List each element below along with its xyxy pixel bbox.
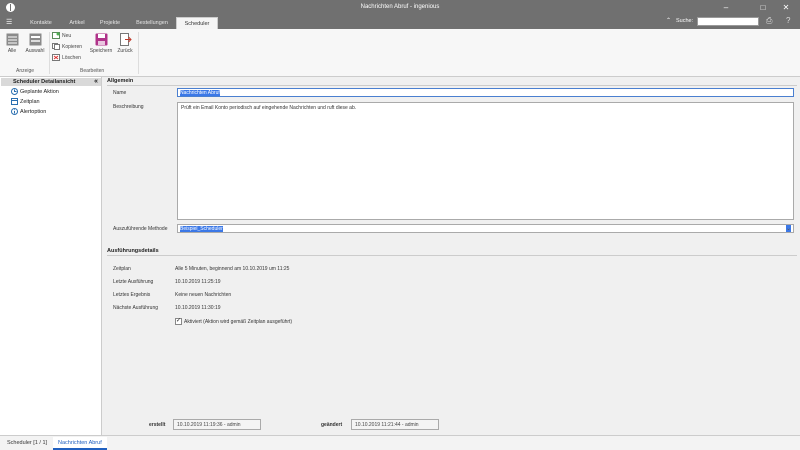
info-icon [11,108,18,115]
ribbon-divider [138,32,139,74]
print-icon[interactable]: ⎙ [766,16,772,26]
group-bearbeiten-label: Bearbeiten [80,68,105,74]
auswahl-label: Auswahl [25,48,45,54]
changed-label: geändert [321,422,343,428]
description-label: Beschreibung [113,104,144,110]
sidebar-header: Scheduler Detailansicht « [1,78,101,86]
sidebar-item-label: Zeitplan [20,98,40,105]
ribbon: Alle Auswahl Anzeige Neu Kopieren Lösche… [0,29,800,77]
kopieren-button[interactable]: Kopieren [52,43,82,50]
zeitplan-label: Zeitplan [113,266,131,272]
sidebar-item-label: Geplante Aktion [20,88,59,95]
new-icon [52,32,60,39]
auswahl-button[interactable]: Auswahl [22,33,48,54]
help-icon[interactable]: ? [786,16,790,25]
created-label: erstellt [149,422,166,428]
divider [107,85,797,86]
action-icon [11,88,18,95]
sidebar-item-geplante-aktion[interactable]: Geplante Aktion [11,88,59,95]
calendar-icon [11,98,18,105]
document-tab-bar: Scheduler [1 / 1] Nachrichten Abruf [0,435,800,450]
title-bar: Nachrichten Abruf - ingenious – □ ✕ [0,0,800,15]
sidebar: Scheduler Detailansicht « Geplante Aktio… [0,77,102,435]
ribbon-divider [49,32,50,74]
aktiviert-checkbox[interactable]: ✓ [175,318,182,325]
menu-icon[interactable]: ☰ [6,18,12,26]
method-select[interactable]: Beispiel_Scheduler ⌄ [177,224,794,233]
copy-icon [52,43,60,50]
window-title: Nachrichten Abruf - ingenious [360,4,440,10]
tab-kontakte[interactable]: Kontakte [20,17,62,29]
minimize-button[interactable]: – [716,2,736,13]
description-textarea[interactable]: Prüft ein Email Konto periodisch auf ein… [177,102,794,220]
group-anzeige-label: Anzeige [16,68,35,74]
zeitplan-value: Alle 5 Minuten, beginnend am 10.10.2019 … [175,266,290,272]
save-icon [95,33,108,46]
delete-icon [52,54,60,61]
tab-bestellungen[interactable]: Bestellungen [130,17,174,29]
tab-projekte[interactable]: Projekte [92,17,128,29]
divider [107,255,797,256]
letztes-ergebnis-label: Letztes Ergebnis [113,292,151,298]
name-field[interactable]: Nachrichten Abruf [177,88,794,97]
section-details-title: Ausführungsdetails [107,248,159,254]
method-label: Auszuführende Methode [113,226,168,232]
back-exit-icon [119,33,132,46]
maximize-button[interactable]: □ [753,2,773,13]
letzte-ausfuehrung-value: 10.10.2019 11:25:19 [175,279,221,285]
close-button[interactable]: ✕ [776,2,796,13]
alle-label: Alle [7,48,17,54]
name-label: Name [113,90,127,96]
chevron-down-icon[interactable]: ⌄ [785,225,791,232]
loeschen-button[interactable]: Löschen [52,54,81,61]
method-value: Beispiel_Scheduler [180,226,223,232]
naechste-ausfuehrung-label: Nächste Ausführung [113,305,159,311]
letztes-ergebnis-value: Keine neuen Nachrichten [175,292,232,298]
list-selection-icon [29,33,42,46]
list-all-icon [6,33,19,46]
main-panel: Allgemein Name Nachrichten Abruf Beschre… [103,77,800,435]
speichern-label: Speichern [89,48,113,54]
section-allgemein-title: Allgemein [107,78,134,84]
sidebar-title: Scheduler Detailansicht [13,79,76,85]
tab-artikel[interactable]: Artikel [62,17,92,29]
neu-button[interactable]: Neu [52,32,71,39]
doc-tab-scheduler[interactable]: Scheduler [1 / 1] [2,437,52,450]
collapse-sidebar-icon[interactable]: « [94,78,98,86]
alle-button[interactable]: Alle [4,33,20,54]
created-field: 10.10.2019 11:19:36 - admin [173,419,261,430]
tab-scheduler[interactable]: Scheduler [176,17,218,29]
sidebar-item-zeitplan[interactable]: Zeitplan [11,98,40,105]
sidebar-item-label: Alertoption [20,108,47,115]
zurueck-button[interactable]: Zurück [114,33,136,54]
kopieren-label: Kopieren [62,43,83,50]
search-label: Suche: [676,18,694,24]
speichern-button[interactable]: Speichern [89,33,113,54]
doc-tab-nachrichten-abruf[interactable]: Nachrichten Abruf [53,437,107,450]
neu-label: Neu [62,32,72,39]
naechste-ausfuehrung-value: 10.10.2019 11:30:19 [175,305,221,311]
name-value: Nachrichten Abruf [180,90,220,96]
sidebar-item-alertoption[interactable]: Alertoption [11,108,46,115]
collapse-ribbon-icon[interactable]: ⌃ [666,17,671,24]
loeschen-label: Löschen [62,54,81,61]
letzte-ausfuehrung-label: Letzte Ausführung [113,279,154,285]
search-input[interactable] [697,17,759,26]
aktiviert-label: Aktiviert (Aktion wird gemäß Zeitplan au… [184,319,293,325]
zurueck-label: Zurück [117,48,133,54]
changed-field: 10.10.2019 11:21:44 - admin [351,419,439,430]
